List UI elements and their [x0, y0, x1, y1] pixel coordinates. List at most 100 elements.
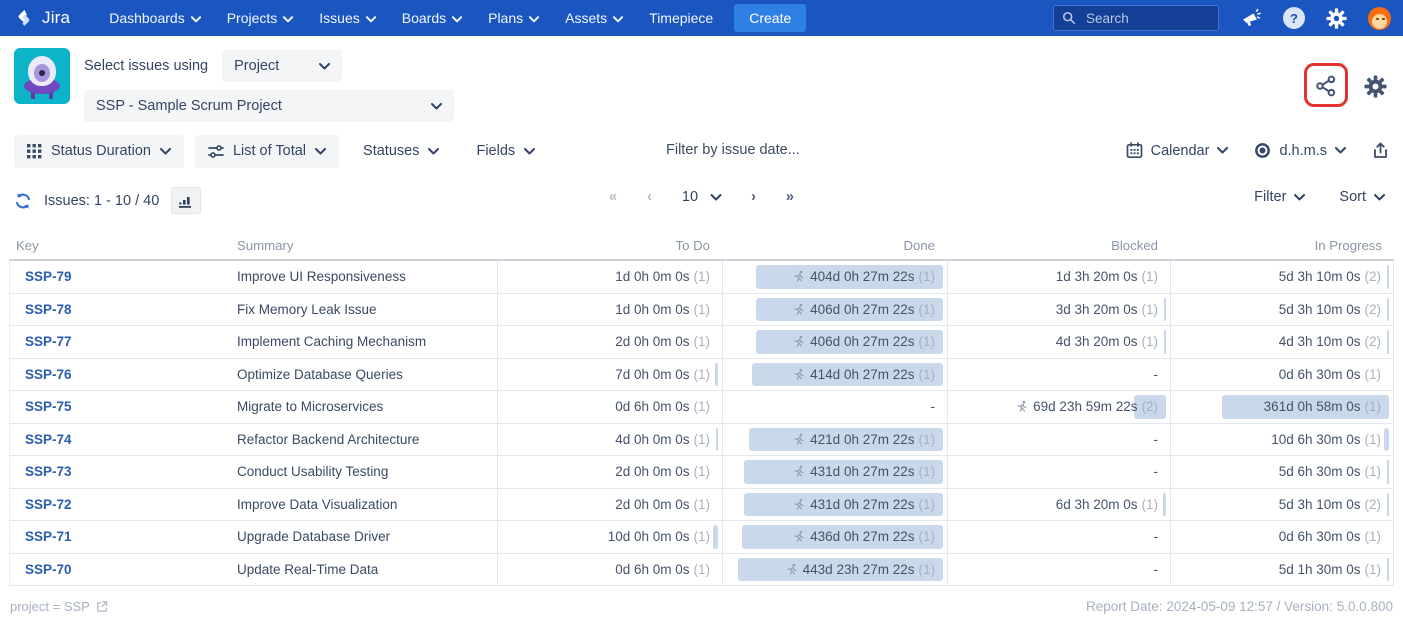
jira-logo[interactable]: Jira: [14, 8, 70, 29]
create-button[interactable]: Create: [734, 4, 806, 32]
nav-item-assets[interactable]: Assets: [552, 0, 636, 36]
issue-count: (1): [694, 302, 711, 317]
fields-button[interactable]: Fields: [463, 135, 548, 168]
list-type-button[interactable]: List of Total: [195, 135, 339, 168]
issue-key-link[interactable]: SSP-72: [25, 497, 72, 512]
duration-value: 443d 23h 27m 22s: [803, 562, 915, 577]
time-format-selector[interactable]: d.h.m.s: [1254, 142, 1346, 159]
nav-item-projects[interactable]: Projects: [214, 0, 307, 36]
table-row: SSP-71Upgrade Database Driver10d 0h 0m 0…: [9, 521, 1394, 554]
cell-todo: 2d 0h 0m 0s(1): [497, 489, 722, 521]
duration-value: 404d 0h 27m 22s: [810, 269, 914, 284]
duration-value: 4d 0h 0m 0s: [615, 432, 689, 447]
export-icon[interactable]: [1372, 142, 1389, 160]
chevron-down-icon: [283, 16, 293, 23]
cell-inprogress: 5d 1h 30m 0s(1): [1170, 554, 1394, 586]
global-search[interactable]: [1053, 5, 1219, 31]
cell-key: SSP-78: [9, 294, 230, 326]
cell-done: 443d 23h 27m 22s (1): [722, 554, 947, 586]
report-toolbar: Status Duration List of Total Statuses F…: [14, 134, 1389, 168]
last-page-button[interactable]: »: [786, 189, 794, 205]
top-navigation: Jira DashboardsProjectsIssuesBoardsPlans…: [0, 0, 1403, 36]
chevron-down-icon: [452, 16, 462, 23]
duration-value: 5d 3h 10m 0s: [1279, 269, 1361, 284]
megaphone-icon[interactable]: [1240, 8, 1262, 28]
issue-key-link[interactable]: SSP-75: [25, 399, 72, 414]
cell-summary: Optimize Database Queries: [230, 359, 497, 391]
cell-done: 414d 0h 27m 22s(1): [722, 359, 947, 391]
grid-icon: [27, 144, 42, 159]
share-icon[interactable]: [1314, 74, 1338, 98]
issue-key-link[interactable]: SSP-77: [25, 334, 72, 349]
avatar-face: [1372, 14, 1387, 29]
issue-count: (1): [919, 562, 936, 577]
user-avatar[interactable]: [1368, 7, 1391, 30]
nav-item-issues[interactable]: Issues: [306, 0, 388, 36]
table-row: SSP-70Update Real-Time Data0d 6h 0m 0s(1…: [9, 554, 1394, 587]
col-header-summary: Summary: [230, 231, 497, 259]
table-row: SSP-75Migrate to Microservices0d 6h 0m 0…: [9, 391, 1394, 424]
filter-button[interactable]: Filter: [1254, 189, 1305, 205]
first-page-button[interactable]: «: [609, 189, 617, 205]
search-input[interactable]: [1084, 10, 1204, 27]
issue-key-link[interactable]: SSP-76: [25, 367, 72, 382]
cell-done: 431d 0h 27m 22s(1): [722, 456, 947, 488]
duration-value: 10d 6h 30m 0s: [1271, 432, 1360, 447]
issue-key-link[interactable]: SSP-78: [25, 302, 72, 317]
refresh-icon[interactable]: [14, 192, 32, 210]
page-size-select[interactable]: 10: [682, 189, 721, 205]
cell-done: 404d 0h 27m 22s (1): [722, 261, 947, 293]
cell-done: -: [722, 391, 947, 423]
report-footer: project = SSP Report Date: 2024-05-09 12…: [0, 599, 1403, 614]
nav-item-boards[interactable]: Boards: [389, 0, 475, 36]
settings-gear-icon[interactable]: [1326, 8, 1347, 29]
issue-count: (1): [919, 334, 936, 349]
sort-button[interactable]: Sort: [1339, 189, 1385, 205]
help-icon[interactable]: ?: [1283, 7, 1305, 29]
issue-count: (1): [919, 302, 936, 317]
issue-source-select[interactable]: Project: [222, 50, 342, 82]
cell-key: SSP-79: [9, 261, 230, 293]
issue-key-link[interactable]: SSP-71: [25, 529, 72, 544]
cell-blocked: 1d 3h 20m 0s(1): [947, 261, 1170, 293]
runner-icon: [792, 498, 805, 511]
issue-key-link[interactable]: SSP-73: [25, 464, 72, 479]
gadget-settings-icon[interactable]: [1364, 75, 1387, 98]
duration-value: 4d 3h 10m 0s: [1279, 334, 1361, 349]
issue-date-filter[interactable]: Filter by issue date...: [666, 142, 800, 158]
issue-key-link[interactable]: SSP-79: [25, 269, 72, 284]
cell-key: SSP-77: [9, 326, 230, 358]
table-row: SSP-78Fix Memory Leak Issue1d 0h 0m 0s(1…: [9, 294, 1394, 327]
next-page-button[interactable]: ›: [751, 189, 756, 205]
issue-key-link[interactable]: SSP-74: [25, 432, 72, 447]
chevron-down-icon: [529, 16, 539, 23]
issue-count: (2): [1365, 497, 1382, 512]
prev-page-button[interactable]: ‹: [647, 189, 652, 205]
issue-count: (1): [694, 334, 711, 349]
external-link-icon[interactable]: [95, 600, 108, 613]
issue-count: (1): [919, 432, 936, 447]
calendar-selector[interactable]: Calendar: [1126, 142, 1229, 159]
issue-count: (1): [694, 529, 711, 544]
nav-item-plans[interactable]: Plans: [475, 0, 552, 36]
duration-value: 5d 1h 30m 0s: [1279, 562, 1361, 577]
issue-count: (1): [919, 269, 936, 284]
sliders-icon: [208, 144, 224, 159]
table-row: SSP-76Optimize Database Queries7d 0h 0m …: [9, 359, 1394, 392]
nav-item-dashboards[interactable]: Dashboards: [96, 0, 214, 36]
project-select[interactable]: SSP - Sample Scrum Project: [84, 90, 454, 122]
statuses-button[interactable]: Statuses: [350, 135, 452, 168]
issue-key-link[interactable]: SSP-70: [25, 562, 72, 577]
pagination: « ‹ 10 › »: [609, 189, 794, 205]
report-type-button[interactable]: Status Duration: [14, 135, 184, 168]
runner-icon: [792, 368, 805, 381]
chart-view-button[interactable]: [171, 187, 201, 214]
chevron-down-icon: [366, 16, 376, 23]
nav-item-timepiece[interactable]: Timepiece: [636, 0, 726, 36]
cell-key: SSP-72: [9, 489, 230, 521]
issue-count: (1): [919, 529, 936, 544]
table-row: SSP-72Improve Data Visualization2d 0h 0m…: [9, 489, 1394, 522]
nav-menu: DashboardsProjectsIssuesBoardsPlansAsset…: [96, 0, 726, 36]
duration-value: 5d 3h 10m 0s: [1279, 302, 1361, 317]
select-issues-label: Select issues using: [84, 58, 208, 74]
